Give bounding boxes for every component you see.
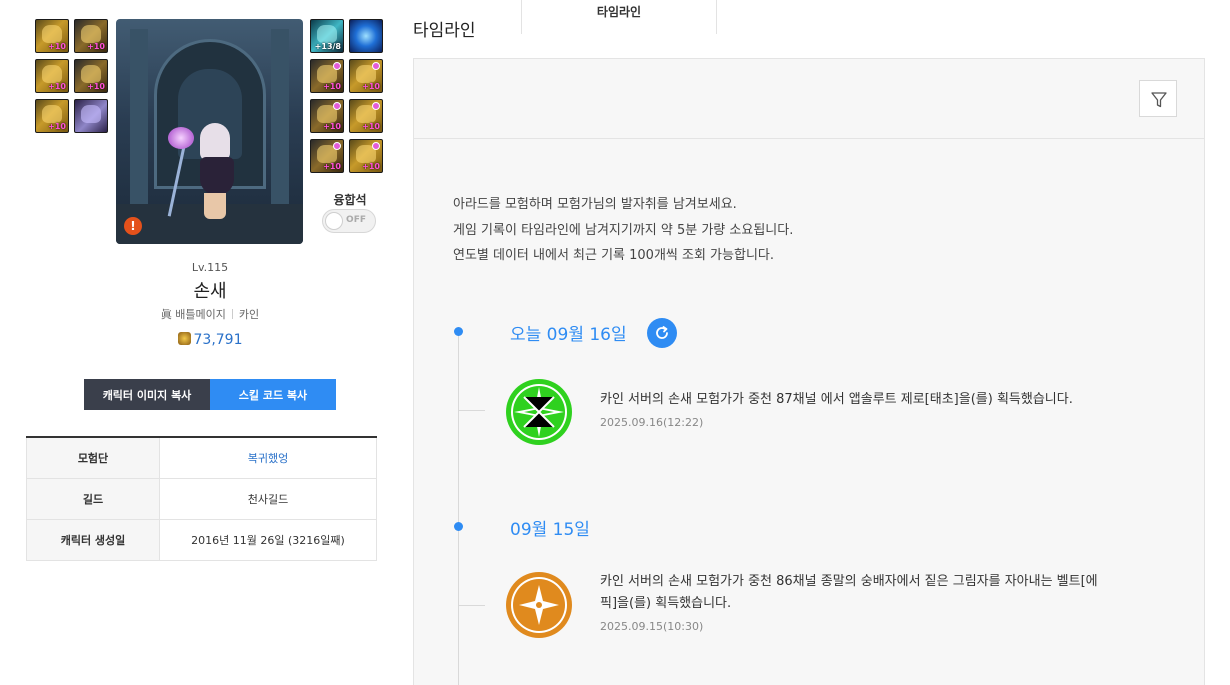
gem-icon (372, 102, 380, 110)
timeline-date: 오늘 09월 16일 (510, 325, 627, 345)
gem-icon (372, 142, 380, 150)
character-portrait: ! (116, 19, 303, 244)
epic-item-icon (506, 379, 572, 445)
divider (231, 309, 233, 319)
enhance-level: +10 (87, 42, 105, 51)
gem-icon (333, 62, 341, 70)
enhance-level: +10 (362, 82, 380, 91)
timeline-event-text: 카인 서버의 손새 모험가가 중천 86채널 종말의 숭배자에서 짙은 그림자를… (600, 571, 1098, 615)
intro-line: 아라드를 모험하며 모험가님의 발자취를 남겨보세요. (453, 197, 737, 212)
timeline-branch (459, 605, 485, 606)
character-sprite-body (200, 157, 234, 195)
gem-icon (333, 102, 341, 110)
fusion-stone-label: 융합석 (333, 193, 367, 207)
tab-timeline[interactable]: 타임라인 (521, 0, 717, 34)
gem-icon (372, 62, 380, 70)
timeline-branch (459, 410, 485, 411)
table-row: 캐릭터 생성일 2016년 11월 26일 (3216일째) (26, 520, 377, 561)
equip-slot-sub-weapon[interactable]: +13/8 (310, 19, 344, 53)
intro-line: 연도별 데이터 내에서 최근 기록 100개씩 조회 가능합니다. (453, 248, 774, 263)
enhance-level: +10 (323, 82, 341, 91)
timeline-panel: 아라드를 모험하며 모험가님의 발자취를 남겨보세요. 게임 기록이 타임라인에… (413, 58, 1205, 685)
info-key: 모험단 (26, 438, 160, 478)
timeline-event-text: 카인 서버의 손새 모험가가 중천 87채널 에서 앱솔루트 제로[태초]을(를… (600, 389, 1073, 411)
character-staff-head (168, 127, 194, 149)
info-key: 캐릭터 생성일 (26, 520, 160, 560)
character-level: Lv.115 (191, 261, 229, 274)
intro-line: 게임 기록이 타임라인에 남겨지기까지 약 5분 가량 소요됩니다. (453, 222, 794, 238)
timeline-event-time: 2025.09.16(12:22) (600, 416, 704, 429)
equip-slot-shoulder[interactable]: +10 (310, 59, 344, 93)
character-class-row: 眞 배틀메이지 카인 (110, 306, 310, 322)
refresh-button[interactable] (647, 318, 677, 348)
timeline-dot (454, 522, 463, 531)
toggle-knob (325, 212, 343, 230)
gem-icon (333, 142, 341, 150)
event-line: 카인 서버의 손새 모험가가 중천 86채널 종말의 숭배자에서 짙은 그림자를… (600, 574, 1098, 589)
info-key: 길드 (26, 479, 160, 519)
equip-slot-creature[interactable] (74, 99, 108, 133)
equip-slot-aura[interactable] (349, 19, 383, 53)
divider (414, 138, 1204, 139)
enhance-level: +10 (48, 42, 66, 51)
character-fame: 73,791 (110, 332, 310, 348)
character-sprite-legs (204, 193, 226, 219)
timeline-axis (458, 332, 459, 685)
enhance-level: +10 (48, 82, 66, 91)
timeline-dot (454, 327, 463, 336)
background-pillar (271, 29, 289, 229)
alert-icon[interactable]: ! (124, 217, 142, 235)
copy-character-image-button[interactable]: 캐릭터 이미지 복사 (84, 379, 210, 410)
section-title: 타임라인 (413, 21, 476, 41)
enhance-level: +10 (323, 122, 341, 131)
enhance-level: +13/8 (314, 42, 341, 51)
table-row: 길드 천사길드 (26, 479, 377, 520)
adventure-team-link[interactable]: 복귀했엉 (160, 438, 377, 478)
event-line: 카인 서버의 손새 모험가가 중천 87채널 에서 앱솔루트 제로[태초]을(를… (600, 392, 1073, 407)
copy-skill-code-button[interactable]: 스킬 코드 복사 (210, 379, 336, 410)
timeline-event-time: 2025.09.15(10:30) (600, 620, 704, 633)
timeline-intro: 아라드를 모험하며 모험가님의 발자취를 남겨보세요. 게임 기록이 타임라인에… (453, 192, 793, 269)
equip-slot-top[interactable]: +10 (35, 59, 69, 93)
equip-slot-head[interactable]: +10 (74, 59, 108, 93)
character-info-table: 모험단 복귀했엉 길드 천사길드 캐릭터 생성일 2016년 11월 26일 (… (26, 436, 377, 561)
character-server: 카인 (238, 308, 260, 321)
character-class: 眞 배틀메이지 (160, 308, 226, 321)
enhance-level: +10 (362, 122, 380, 131)
creation-date-value: 2016년 11월 26일 (3216일째) (160, 520, 377, 560)
character-name: 손새 (193, 281, 227, 302)
enhance-level: +10 (87, 82, 105, 91)
character-sprite-head (200, 123, 230, 161)
equip-slot-shoes[interactable]: +10 (310, 139, 344, 173)
toggle-state-label: OFF (346, 215, 366, 225)
equip-slot-weapon[interactable]: +10 (35, 19, 69, 53)
fame-icon (177, 332, 191, 345)
table-row: 모험단 복귀했엉 (26, 438, 377, 479)
filter-button[interactable] (1139, 80, 1177, 117)
enhance-level: +10 (323, 162, 341, 171)
equip-slot-title[interactable]: +10 (74, 19, 108, 53)
refresh-icon (656, 326, 668, 339)
filter-icon (1151, 92, 1167, 108)
equip-slot-belt[interactable]: +10 (310, 99, 344, 133)
guild-value: 천사길드 (160, 479, 377, 519)
timeline-date: 09월 15일 (510, 520, 590, 540)
event-line: 픽]을(를) 획득했습니다. (600, 596, 732, 611)
equip-slot-bracelet[interactable]: +10 (349, 99, 383, 133)
epic-item-icon (506, 572, 572, 638)
equip-slot-bottom[interactable]: +10 (35, 99, 69, 133)
equip-slot-ring[interactable]: +10 (349, 139, 383, 173)
enhance-level: +10 (362, 162, 380, 171)
equip-slot-necklace[interactable]: +10 (349, 59, 383, 93)
enhance-level: +10 (48, 122, 66, 131)
fusion-stone-toggle[interactable]: OFF (322, 209, 376, 233)
fame-value: 73,791 (193, 332, 243, 348)
background-pillar (130, 29, 148, 229)
